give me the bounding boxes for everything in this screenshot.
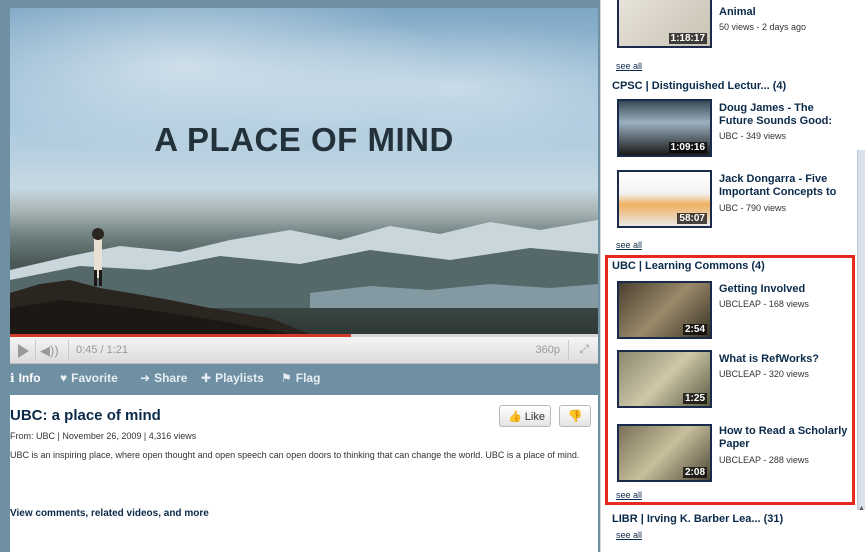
info-icon: ℹ	[10, 371, 15, 385]
video-meta: From: UBC | November 26, 2009 | 4,316 vi…	[10, 431, 197, 441]
scroll-up-icon[interactable]: ▲	[858, 505, 865, 512]
play-icon[interactable]	[18, 344, 29, 358]
divider	[35, 340, 36, 360]
duration-badge: 1:09:16	[668, 142, 707, 153]
like-button[interactable]: 👍 Like	[499, 405, 551, 427]
see-all-link[interactable]: see all	[616, 61, 642, 71]
divider	[68, 340, 69, 360]
landscape-scene	[10, 220, 598, 334]
tab-playlists[interactable]: ✚ Playlists	[201, 371, 264, 385]
see-all-link[interactable]: see all	[616, 530, 642, 540]
video-thumbnail[interactable]: 1:18:17	[617, 0, 712, 48]
video-link-title[interactable]: Doug James - The Future Sounds Good:	[719, 102, 851, 128]
tab-label: Favorite	[71, 371, 118, 385]
see-all-link[interactable]: see all	[616, 240, 642, 250]
video-link-meta: UBC - 790 views	[719, 203, 787, 213]
video-thumbnail[interactable]: 1:09:16	[617, 99, 712, 157]
heart-icon: ♥	[60, 371, 68, 385]
arrow-icon: ➜	[140, 371, 151, 385]
tab-favorite[interactable]: ♥ Favorite	[60, 371, 118, 385]
video-title: UBC: a place of mind	[10, 407, 161, 424]
highlight-box	[605, 255, 855, 505]
dislike-button[interactable]: 👎	[559, 405, 591, 427]
tab-label: Playlists	[215, 371, 264, 385]
tab-share[interactable]: ➜ Share	[140, 371, 187, 385]
fullscreen-icon[interactable]: ⤢	[579, 342, 589, 357]
video-link-meta: 50 views - 2 days ago	[719, 22, 807, 32]
section-title[interactable]: LIBR | Irving K. Barber Lea... (31)	[612, 513, 783, 525]
time-display: 0:45 / 1:21	[76, 344, 128, 356]
view-more-link[interactable]: View comments, related videos, and more	[10, 508, 209, 519]
player-controls: ◀)) 0:45 / 1:21 360p ⤢	[10, 337, 598, 364]
video-link-meta: UBC - 349 views	[719, 131, 787, 141]
player-panel: A PLACE OF MIND ◀)) 0:45 / 1:21 360p ⤢ ℹ…	[0, 0, 600, 552]
thumbs-down-icon: 👎	[567, 409, 583, 423]
video-thumbnail[interactable]: 58:07	[617, 170, 712, 228]
section-title[interactable]: CPSC | Distinguished Lectur... (4)	[612, 80, 786, 92]
flag-icon: ⚑	[281, 371, 292, 385]
tab-info[interactable]: ℹ Info	[10, 371, 41, 385]
thumbs-up-icon: 👍	[508, 411, 522, 423]
tab-flag[interactable]: ⚑ Flag	[281, 371, 320, 385]
volume-icon[interactable]: ◀))	[40, 343, 59, 359]
quality-button[interactable]: 360p	[536, 344, 560, 356]
tab-label: Flag	[295, 371, 321, 385]
video-link-title[interactable]: Animal	[719, 6, 851, 19]
sidebar-scrollbar[interactable]: ▲	[857, 150, 865, 512]
youtube-channel-page: A PLACE OF MIND ◀)) 0:45 / 1:21 360p ⤢ ℹ…	[0, 0, 865, 552]
duration-badge: 1:18:17	[668, 33, 707, 44]
plus-icon: ✚	[201, 371, 212, 385]
tab-label: Share	[154, 371, 188, 385]
info-tabs: ℹ Info ♥ Favorite ➜ Share ✚ Playlists ⚑ Flag	[10, 366, 598, 392]
duration-badge: 58:07	[677, 213, 707, 224]
like-label: Like	[524, 411, 545, 423]
video-player[interactable]: A PLACE OF MIND	[10, 8, 598, 334]
divider	[568, 340, 569, 360]
video-info-panel: UBC: a place of mind From: UBC | Novembe…	[10, 395, 598, 552]
video-description: UBC is an inspiring place, where open th…	[10, 450, 580, 460]
video-overlay-title: A PLACE OF MIND	[154, 121, 454, 158]
tab-label: Info	[18, 371, 41, 385]
video-link-title[interactable]: Jack Dongarra - Five Important Concepts …	[719, 173, 851, 199]
